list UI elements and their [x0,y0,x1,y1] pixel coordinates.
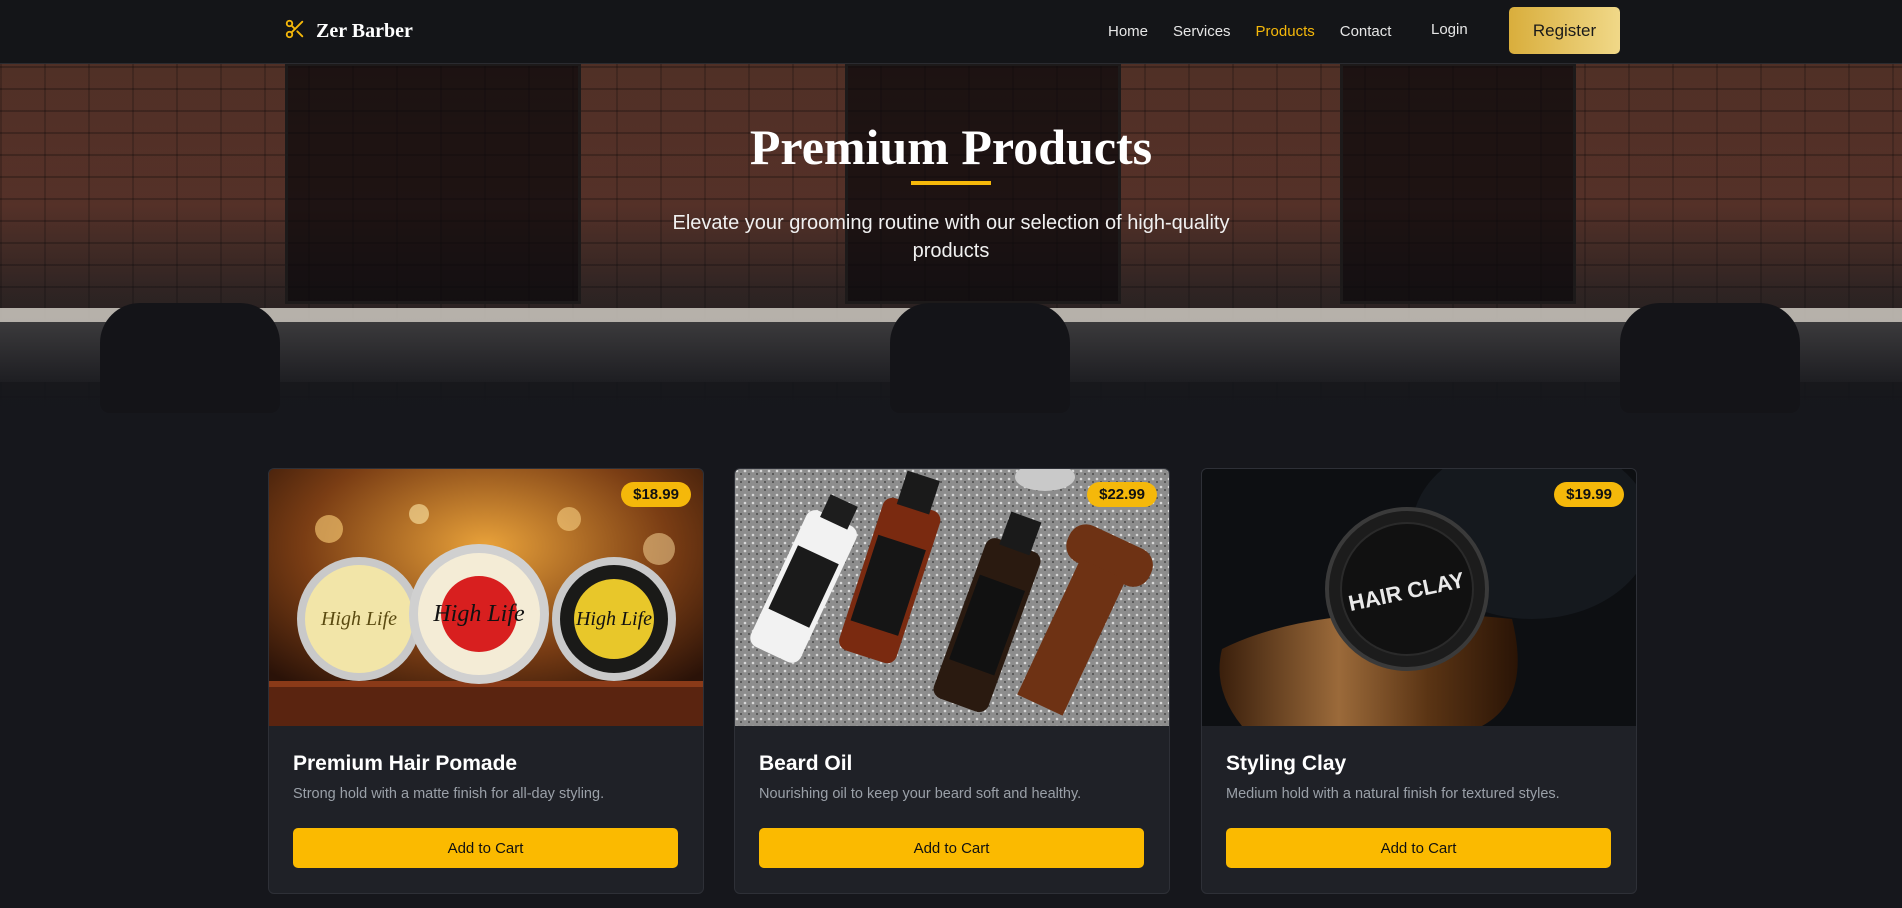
product-title: Premium Hair Pomade [293,752,518,775]
nav-link-services[interactable]: Services [1173,23,1231,40]
hero-banner: Premium Products Elevate your grooming r… [0,63,1902,420]
product-title: Beard Oil [759,752,853,775]
jar-label: High Life [432,601,525,627]
nav-link-products[interactable]: Products [1256,23,1315,40]
page-subtitle: Elevate your grooming routine with our s… [672,212,1230,262]
hero-bg-chair [1620,303,1800,413]
nav-links: Home Services Products Contact [1108,0,1416,63]
product-description: Strong hold with a matte finish for all-… [293,786,605,802]
jar-label: High Life [575,608,652,630]
nav-link-contact[interactable]: Contact [1340,23,1392,40]
product-description: Nourishing oil to keep your beard soft a… [759,786,1082,802]
add-to-cart-button[interactable]: Add to Cart [1226,828,1611,868]
product-card-beard-oil: $22.99 Beard Oil Nourishing oil to keep … [734,468,1170,894]
brand-name: Zer Barber [316,20,413,42]
price-badge: $22.99 [1087,482,1157,507]
hero-bg-mirror [285,63,581,304]
register-button[interactable]: Register [1509,7,1620,54]
title-underline [911,181,991,185]
scissors-icon [284,18,306,45]
product-card-pomade: High Life High Life High Life $18.99 Pre… [268,468,704,894]
nav-link-home[interactable]: Home [1108,23,1148,40]
product-image-pomade: High Life High Life High Life [269,469,703,726]
product-title: Styling Clay [1226,752,1347,775]
product-image-styling-clay: HAIR CLAY [1202,469,1636,726]
price-badge: $19.99 [1554,482,1624,507]
product-image-beard-oil [735,469,1169,726]
hero-bg-chair [100,303,280,413]
hero-bg-chair [890,303,1070,413]
top-navbar: Zer Barber Home Services Products Contac… [0,0,1902,64]
price-badge: $18.99 [621,482,691,507]
add-to-cart-button[interactable]: Add to Cart [759,828,1144,868]
product-card-styling-clay: HAIR CLAY $19.99 Styling Clay Medium hol… [1201,468,1637,894]
login-link[interactable]: Login [1431,21,1468,38]
add-to-cart-button[interactable]: Add to Cart [293,828,678,868]
product-description: Medium hold with a natural finish for te… [1226,786,1560,802]
page-title: Premium Products [749,119,1153,175]
jar-label: High Life [320,608,397,630]
hero-bg-mirror [1340,63,1576,304]
brand-logo[interactable]: Zer Barber [284,18,413,45]
